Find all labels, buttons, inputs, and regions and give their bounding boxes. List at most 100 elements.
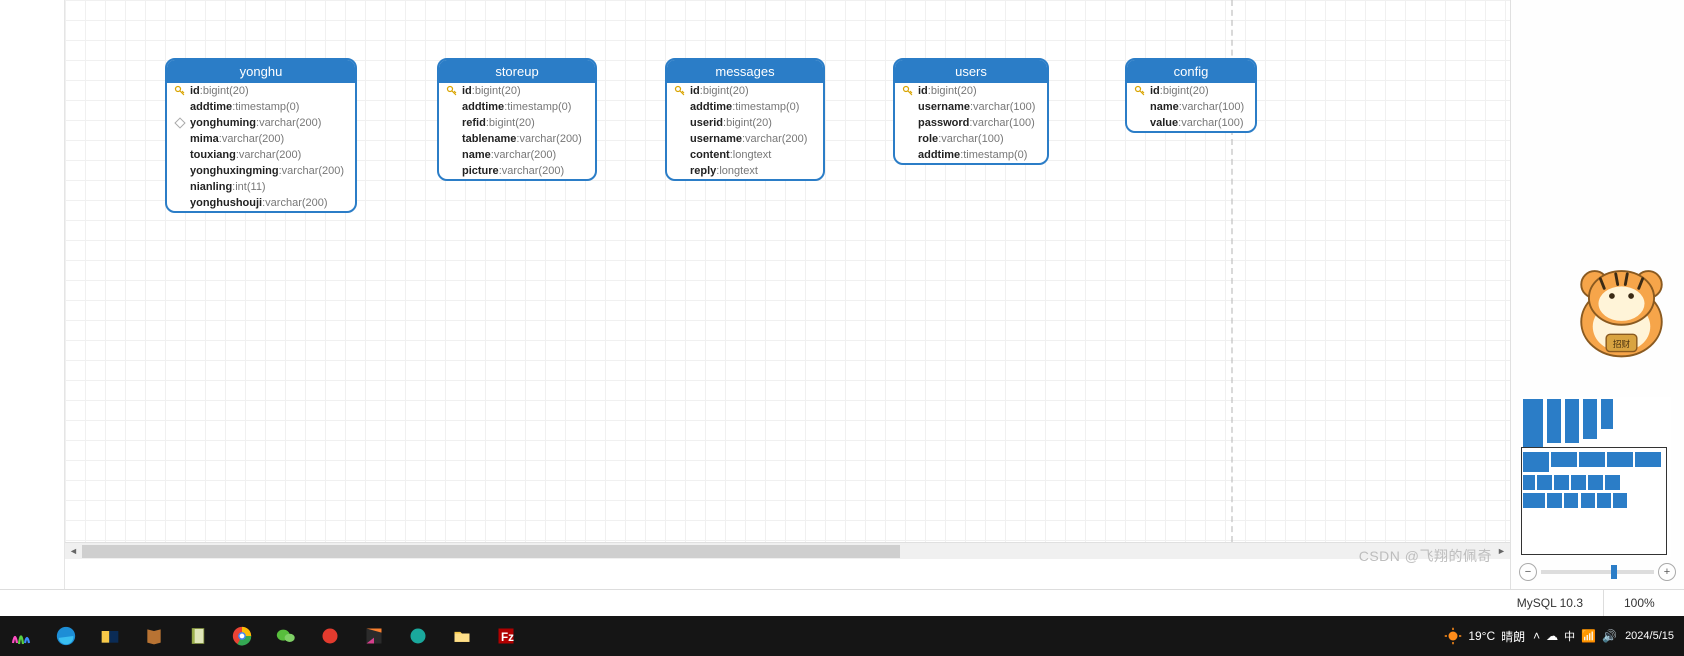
horizontal-scrollbar[interactable]: ◄ ► [65, 542, 1510, 559]
workspace: yonghuid: bigint(20)addtime: timestamp(0… [0, 0, 1684, 589]
column-name: name [1150, 101, 1179, 113]
wechat-icon[interactable] [270, 620, 302, 652]
system-tray[interactable]: ˄ ☁ 中 📶 🔊 [1533, 628, 1617, 644]
column-row[interactable]: name: varchar(200) [439, 147, 595, 163]
column-name: id [918, 85, 928, 97]
column-row[interactable]: reply: longtext [667, 163, 823, 179]
column-name: touxiang [190, 149, 236, 161]
column-row[interactable]: mima: varchar(200) [167, 131, 355, 147]
minimap-block [1583, 399, 1597, 439]
column-name: addtime [190, 101, 232, 113]
entity-header[interactable]: users [895, 60, 1047, 83]
volume-icon[interactable]: 🔊 [1602, 629, 1617, 643]
svg-text:Fz: Fz [501, 631, 514, 644]
column-name: id [462, 85, 472, 97]
column-row[interactable]: id: bigint(20) [895, 83, 1047, 99]
column-row[interactable]: yonghushouji: varchar(200) [167, 195, 355, 211]
minimap[interactable] [1521, 397, 1671, 557]
column-type: varchar(200) [494, 149, 556, 161]
minimap-block [1523, 399, 1543, 447]
column-name: yonghuxingming [190, 165, 279, 177]
column-name: tablename [462, 133, 516, 145]
intellij-icon[interactable] [358, 620, 390, 652]
column-row[interactable]: id: bigint(20) [167, 83, 355, 99]
column-name: name [462, 149, 491, 161]
entity-yonghu[interactable]: yonghuid: bigint(20)addtime: timestamp(0… [165, 58, 357, 213]
column-row[interactable]: value: varchar(100) [1127, 115, 1255, 131]
red-app-icon[interactable] [314, 620, 346, 652]
column-name: picture [462, 165, 499, 177]
scroll-right-arrow[interactable]: ► [1493, 543, 1510, 560]
filezilla-icon[interactable]: Fz [490, 620, 522, 652]
column-row[interactable]: id: bigint(20) [667, 83, 823, 99]
entity-header[interactable]: storeup [439, 60, 595, 83]
clock[interactable]: 2024/5/15 [1625, 630, 1674, 642]
chevron-up-icon[interactable]: ˄ [1533, 629, 1540, 643]
minimap-viewport[interactable] [1521, 447, 1667, 555]
column-name: yonghushouji [190, 197, 262, 209]
scroll-track[interactable] [82, 545, 1493, 558]
column-row[interactable]: userid: bigint(20) [667, 115, 823, 131]
column-row[interactable]: tablename: varchar(200) [439, 131, 595, 147]
column-row[interactable]: addtime: timestamp(0) [895, 147, 1047, 163]
zoom-in-button[interactable]: + [1658, 563, 1676, 581]
zoom-track[interactable] [1541, 570, 1654, 574]
column-type: bigint(20) [1163, 85, 1209, 97]
zoom-out-button[interactable]: − [1519, 563, 1537, 581]
zoom-thumb[interactable] [1611, 565, 1617, 579]
column-row[interactable]: content: longtext [667, 147, 823, 163]
ime-icon[interactable]: 中 [1564, 628, 1575, 644]
key-icon [445, 85, 459, 97]
entity-config[interactable]: configid: bigint(20)name: varchar(100)va… [1125, 58, 1257, 133]
column-row[interactable]: touxiang: varchar(200) [167, 147, 355, 163]
column-name: role [918, 133, 938, 145]
entity-header[interactable]: messages [667, 60, 823, 83]
column-row[interactable]: yonghuxingming: varchar(200) [167, 163, 355, 179]
column-row[interactable]: username: varchar(200) [667, 131, 823, 147]
column-row[interactable]: id: bigint(20) [439, 83, 595, 99]
status-db: MySQL 10.3 [1497, 590, 1604, 616]
cloud-icon[interactable]: ☁ [1546, 629, 1558, 643]
entity-users[interactable]: usersid: bigint(20)username: varchar(100… [893, 58, 1049, 165]
column-row[interactable]: picture: varchar(200) [439, 163, 595, 179]
wifi-icon[interactable]: 📶 [1581, 629, 1596, 643]
column-name: id [190, 85, 200, 97]
entity-storeup[interactable]: storeupid: bigint(20)addtime: timestamp(… [437, 58, 597, 181]
column-row[interactable]: id: bigint(20) [1127, 83, 1255, 99]
column-type: timestamp(0) [735, 101, 799, 113]
column-type: varchar(200) [259, 117, 321, 129]
column-row[interactable]: username: varchar(100) [895, 99, 1047, 115]
column-row[interactable]: password: varchar(100) [895, 115, 1047, 131]
column-name: value [1150, 117, 1178, 129]
column-type: longtext [719, 165, 758, 177]
minimap-block [1601, 399, 1613, 429]
edge-icon[interactable] [50, 620, 82, 652]
entity-messages[interactable]: messagesid: bigint(20)addtime: timestamp… [665, 58, 825, 181]
teal-app-icon[interactable] [402, 620, 434, 652]
start-icon[interactable] [6, 620, 38, 652]
column-row[interactable]: refid: bigint(20) [439, 115, 595, 131]
column-row[interactable]: addtime: timestamp(0) [167, 99, 355, 115]
column-type: varchar(100) [1182, 101, 1244, 113]
entity-header[interactable]: config [1127, 60, 1255, 83]
column-row[interactable]: addtime: timestamp(0) [667, 99, 823, 115]
chrome-icon[interactable] [226, 620, 258, 652]
explorer-icon[interactable] [94, 620, 126, 652]
column-row[interactable]: role: varchar(100) [895, 131, 1047, 147]
column-row[interactable]: nianling: int(11) [167, 179, 355, 195]
column-type: timestamp(0) [963, 149, 1027, 161]
folder-icon[interactable] [446, 620, 478, 652]
column-row[interactable]: yonghuming: varchar(200) [167, 115, 355, 131]
notepad-icon[interactable] [182, 620, 214, 652]
book-icon[interactable] [138, 620, 170, 652]
column-row[interactable]: addtime: timestamp(0) [439, 99, 595, 115]
diagram-canvas[interactable]: yonghuid: bigint(20)addtime: timestamp(0… [65, 0, 1510, 542]
scroll-left-arrow[interactable]: ◄ [65, 543, 82, 560]
entity-header[interactable]: yonghu [167, 60, 355, 83]
weather-widget[interactable]: 19°C 晴朗 [1444, 627, 1525, 645]
scroll-thumb[interactable] [82, 545, 900, 558]
column-name: content [690, 149, 730, 161]
column-row[interactable]: name: varchar(100) [1127, 99, 1255, 115]
column-type: longtext [733, 149, 772, 161]
key-icon [673, 85, 687, 97]
